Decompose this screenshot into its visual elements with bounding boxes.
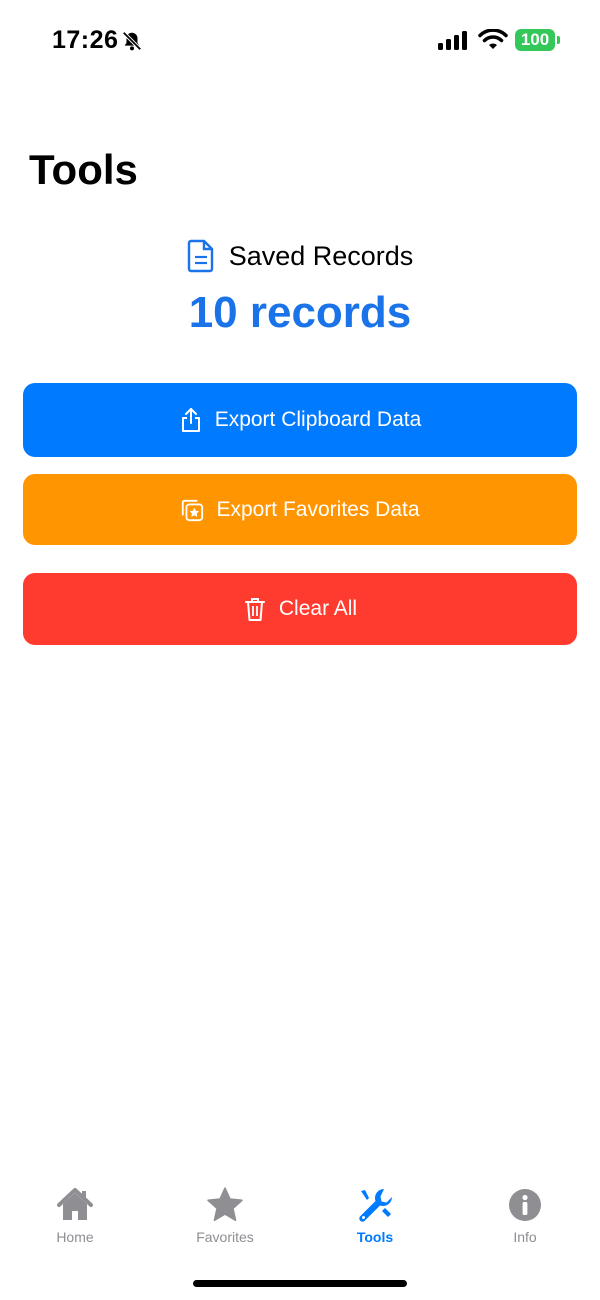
tab-info-label: Info	[513, 1229, 537, 1245]
info-icon	[509, 1189, 541, 1221]
tab-tools[interactable]: Tools	[315, 1185, 435, 1255]
bell-slash-icon	[122, 31, 142, 51]
clear-all-label: Clear All	[278, 597, 358, 620]
export-favorites-label: Export Favorites Data	[216, 497, 420, 521]
trash-icon	[244, 598, 265, 621]
wrench-icon	[359, 1189, 392, 1222]
wifi-icon	[478, 29, 508, 49]
saved-records-summary: Saved Records	[0, 236, 600, 276]
page-title: Tools	[29, 146, 138, 193]
saved-records-label: Saved Records	[228, 240, 414, 271]
battery-level: 100	[520, 30, 550, 49]
export-clipboard-button[interactable]: Export Clipboard Data	[23, 383, 577, 457]
tab-bar: Home Favorites Tools Info	[0, 1185, 600, 1255]
tab-home[interactable]: Home	[15, 1185, 135, 1255]
tab-favorites[interactable]: Favorites	[165, 1185, 285, 1255]
record-count: 10 records	[188, 288, 412, 337]
home-indicator	[193, 1280, 407, 1287]
house-icon	[57, 1188, 93, 1220]
document-icon	[187, 239, 213, 273]
status-time: 17:26	[52, 26, 119, 54]
battery-icon: 100	[515, 29, 555, 51]
status-bar: 17:26 100	[0, 0, 600, 80]
battery-tip	[557, 36, 560, 44]
export-favorites-button[interactable]: Export Favorites Data	[23, 474, 577, 545]
clear-all-button[interactable]: Clear All	[23, 573, 577, 645]
share-icon	[181, 408, 200, 432]
tab-info[interactable]: Info	[465, 1185, 585, 1255]
star-icon	[207, 1187, 243, 1222]
star-stack-icon	[182, 499, 204, 521]
tab-tools-label: Tools	[356, 1229, 394, 1245]
export-clipboard-label: Export Clipboard Data	[214, 408, 422, 431]
tab-favorites-label: Favorites	[196, 1229, 254, 1245]
signal-icon	[438, 31, 467, 50]
tab-home-label: Home	[56, 1229, 94, 1245]
